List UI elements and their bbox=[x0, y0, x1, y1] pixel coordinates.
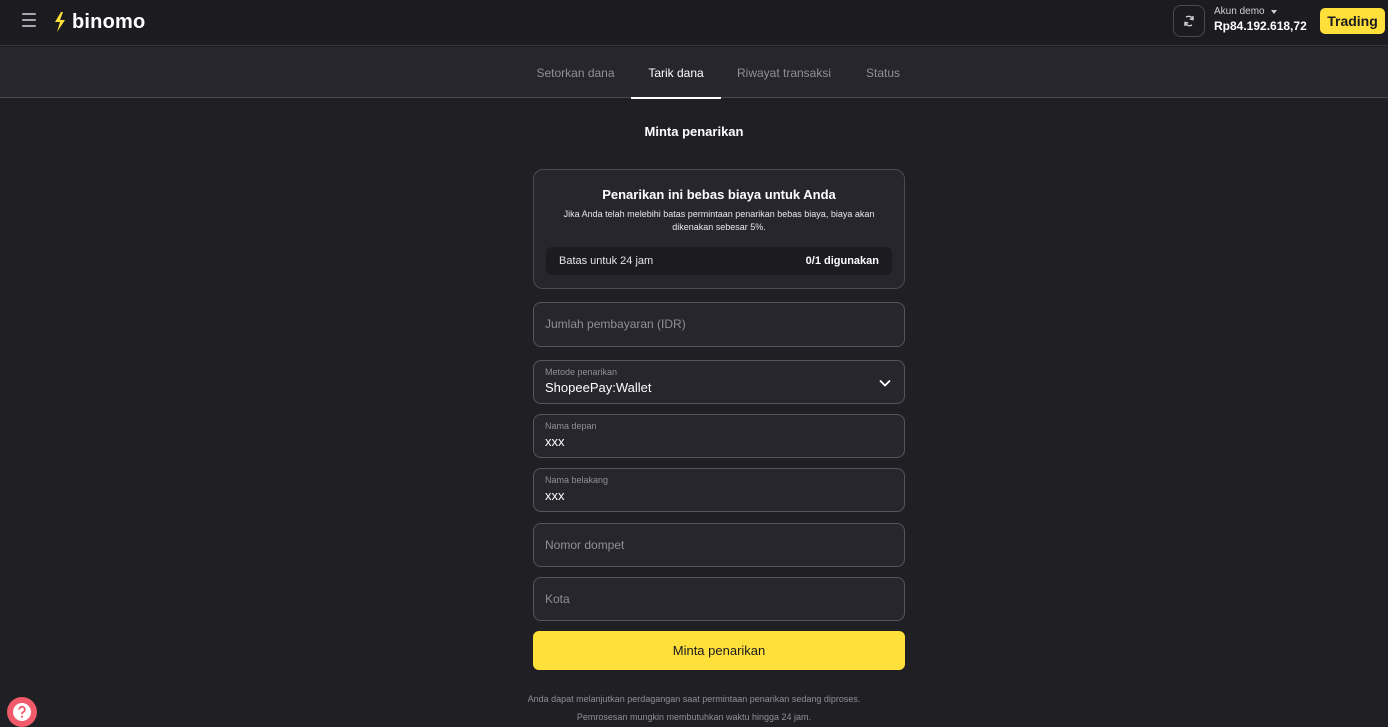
page-title: Minta penarikan bbox=[644, 124, 744, 139]
limit-label: Batas untuk 24 jam bbox=[559, 255, 654, 267]
sync-button[interactable] bbox=[1173, 5, 1205, 37]
tabs-bar: Setorkan dana Tarik dana Riwayat transak… bbox=[0, 47, 1388, 99]
account-balance: Rp84.192.618,72 bbox=[1214, 19, 1307, 33]
first-name-label: Nama depan bbox=[545, 421, 597, 431]
request-withdrawal-button[interactable]: Minta penarikan bbox=[533, 631, 905, 670]
logo-text: binomo bbox=[72, 10, 146, 33]
tab-status[interactable]: Status bbox=[855, 47, 911, 98]
tab-transaction-history[interactable]: Riwayat transaksi bbox=[732, 47, 836, 98]
binomo-logo[interactable]: binomo bbox=[52, 9, 145, 35]
top-header: binomo Akun demo Rp84.192.618,72 Trading bbox=[0, 0, 1388, 46]
method-value: ShopeePay:Wallet bbox=[545, 380, 652, 395]
chevron-down-icon bbox=[879, 379, 891, 387]
last-name-value: xxx bbox=[545, 488, 565, 503]
menu-icon[interactable] bbox=[22, 13, 40, 31]
amount-input[interactable]: Jumlah pembayaran (IDR) bbox=[533, 302, 905, 347]
last-name-label: Nama belakang bbox=[545, 475, 609, 485]
processing-note-2: Pemrosesan mungkin membutuhkan waktu hin… bbox=[576, 712, 812, 722]
processing-note-1: Anda dapat melanjutkan perdagangan saat … bbox=[527, 694, 861, 704]
tab-deposit[interactable]: Setorkan dana bbox=[531, 47, 620, 98]
wallet-number-input[interactable]: Nomor dompet bbox=[533, 523, 905, 567]
limit-row: Batas untuk 24 jam 0/1 digunakan bbox=[546, 247, 892, 275]
question-icon bbox=[13, 703, 31, 721]
limit-value: 0/1 digunakan bbox=[805, 255, 879, 267]
tab-withdraw[interactable]: Tarik dana bbox=[631, 47, 721, 99]
account-switcher[interactable]: Akun demo Rp84.192.618,72 bbox=[1214, 6, 1307, 33]
first-name-value: xxx bbox=[545, 434, 565, 449]
account-label: Akun demo bbox=[1214, 6, 1265, 17]
amount-placeholder: Jumlah pembayaran (IDR) bbox=[545, 317, 686, 331]
trading-button[interactable]: Trading bbox=[1320, 8, 1385, 34]
first-name-input[interactable]: Nama depan xxx bbox=[533, 414, 905, 458]
info-description: Jika Anda telah melebihi batas permintaa… bbox=[563, 209, 875, 232]
logo-bolt-icon bbox=[55, 12, 65, 32]
fee-info-card: Penarikan ini bebas biaya untuk Anda Jik… bbox=[533, 169, 905, 289]
city-input[interactable]: Kota bbox=[533, 577, 905, 621]
caret-down-icon bbox=[1270, 9, 1277, 14]
city-placeholder: Kota bbox=[545, 592, 570, 606]
refresh-icon bbox=[1184, 15, 1194, 27]
info-title: Penarikan ini bebas biaya untuk Anda bbox=[602, 187, 836, 202]
wallet-placeholder: Nomor dompet bbox=[545, 538, 625, 552]
last-name-input[interactable]: Nama belakang xxx bbox=[533, 468, 905, 512]
help-button[interactable] bbox=[7, 697, 37, 727]
withdrawal-method-select[interactable]: Metode penarikan ShopeePay:Wallet bbox=[533, 360, 905, 404]
method-label: Metode penarikan bbox=[545, 367, 618, 377]
